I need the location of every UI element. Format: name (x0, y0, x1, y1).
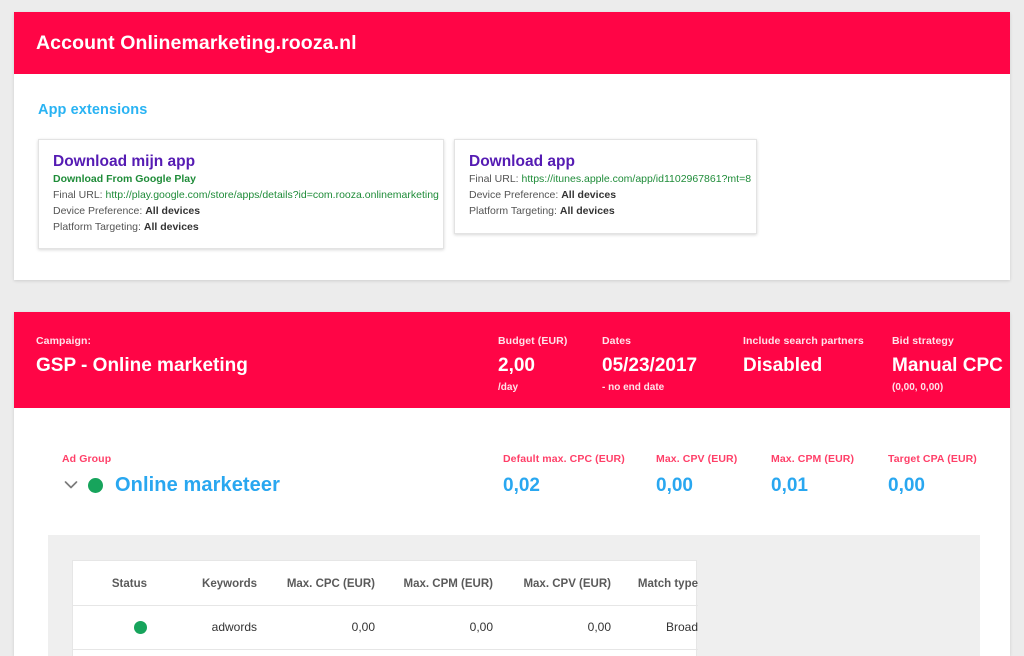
account-header-title: Account Onlinemarketing.rooza.nl (36, 31, 357, 54)
campaign-summary-bar: Campaign: GSP - Online marketing Budget … (14, 312, 1010, 408)
column-header-max-cpm[interactable]: Max. CPM (EUR) (375, 561, 493, 606)
keywords-table-head: Status Keywords Max. CPC (EUR) Max. CPM … (73, 561, 698, 606)
ad-group-name[interactable]: Online marketeer (115, 474, 280, 497)
ad-group-name-row[interactable]: Online marketeer (63, 474, 280, 497)
platform-targeting-label: Platform Targeting: (469, 205, 557, 218)
metric-label: Target CPA (EUR) (888, 453, 977, 465)
platform-targeting-label: Platform Targeting: (53, 220, 141, 233)
campaign-dates-block: Dates 05/23/2017 - no end date (602, 335, 697, 395)
ad-group-metric-default-max-cpc: Default max. CPC (EUR) 0,02 (503, 453, 625, 500)
ad-group-metric-max-cpm: Max. CPM (EUR) 0,01 (771, 453, 854, 500)
ad-group-metric-max-cpv: Max. CPV (EUR) 0,00 (656, 453, 737, 500)
ad-group-row: Ad Group Online marketeer Default max. C… (14, 408, 1010, 536)
campaign-name-value: GSP - Online marketing (36, 354, 248, 376)
campaign-name-label: Campaign: (36, 335, 92, 347)
campaign-bid-strategy-block: Bid strategy Manual CPC (0,00, 0,00) (892, 335, 1003, 395)
campaign-budget-period: /day (498, 382, 519, 394)
device-preference-label: Device Preference: (53, 204, 143, 217)
app-extensions-list: Download mijn app Download From Google P… (38, 139, 1010, 250)
ad-group-status-dot (88, 477, 103, 493)
metric-value[interactable]: 0,01 (771, 472, 854, 501)
final-url-label: Final URL: (53, 188, 103, 201)
keywords-table-body: adwords 0,00 0,00 0,00 Broad (73, 605, 698, 651)
device-preference-value: All devices (561, 189, 617, 202)
app-extension-title[interactable]: Download app (469, 152, 742, 171)
metric-label: Max. CPV (EUR) (656, 453, 738, 465)
column-header-match-type[interactable]: Match type (611, 561, 698, 606)
chevron-down-icon[interactable] (63, 477, 79, 493)
platform-targeting-value: All devices (143, 220, 199, 233)
column-header-status[interactable]: Status (73, 561, 147, 606)
app-extension-platform-line: Platform Targeting: All devices (53, 220, 429, 236)
column-header-max-cpv[interactable]: Max. CPV (EUR) (493, 561, 611, 606)
final-url-value: https://itunes.apple.com/app/id110296786… (521, 173, 752, 186)
app-extension-title[interactable]: Download mijn app (53, 152, 429, 171)
app-extension-device-pref-line: Device Preference: All devices (469, 188, 742, 204)
keyword-max-cpc-cell: 0,00 (257, 605, 375, 651)
app-extension-final-url-line: Final URL: https://itunes.apple.com/app/… (469, 172, 751, 188)
account-body: App extensions Download mijn app Downloa… (14, 74, 1010, 250)
keyword-status-dot (134, 621, 147, 635)
table-row[interactable]: adwords 0,00 0,00 0,00 Broad (73, 605, 698, 651)
final-url-value: http://play.google.com/store/apps/detail… (105, 188, 439, 201)
campaign-bid-strategy-label: Bid strategy (892, 335, 954, 347)
platform-targeting-value: All devices (559, 205, 615, 218)
campaign-search-partners-value: Disabled (743, 354, 823, 376)
campaign-dates-end: - no end date (602, 382, 665, 394)
app-extension-final-url-line: Final URL: http://play.google.com/store/… (53, 188, 439, 204)
app-extension-device-pref-line: Device Preference: All devices (53, 204, 429, 220)
app-extension-card[interactable]: Download mijn app Download From Google P… (38, 139, 444, 250)
campaign-name-block: Campaign: GSP - Online marketing (36, 335, 248, 379)
final-url-label: Final URL: (469, 173, 519, 186)
account-header: Account Onlinemarketing.rooza.nl (14, 12, 1010, 74)
metric-value[interactable]: 0,02 (503, 472, 625, 501)
campaign-dates-label: Dates (602, 335, 632, 347)
ad-group-metric-target-cpa: Target CPA (EUR) 0,00 (888, 453, 977, 500)
app-extension-card[interactable]: Download app Final URL: https://itunes.a… (454, 139, 757, 235)
metric-value[interactable]: 0,00 (888, 472, 977, 501)
campaign-bid-strategy-range: (0,00, 0,00) (892, 382, 944, 394)
page-root: Account Onlinemarketing.rooza.nl App ext… (0, 0, 1024, 656)
metric-label: Default max. CPC (EUR) (503, 453, 625, 465)
metric-label: Max. CPM (EUR) (771, 453, 855, 465)
keyword-name-cell: adwords (147, 605, 257, 651)
account-panel: Account Onlinemarketing.rooza.nl App ext… (14, 12, 1010, 280)
app-extensions-heading: App extensions (38, 102, 148, 118)
keyword-status-cell (73, 605, 147, 651)
ad-group-name-block: Ad Group Online marketeer (62, 453, 280, 497)
column-header-max-cpc[interactable]: Max. CPC (EUR) (257, 561, 375, 606)
keywords-table-card: Status Keywords Max. CPC (EUR) Max. CPM … (72, 560, 698, 656)
app-extension-platform-line: Platform Targeting: All devices (469, 204, 742, 220)
column-header-keywords[interactable]: Keywords (147, 561, 257, 606)
keyword-match-type-cell: Broad (611, 605, 698, 651)
campaign-dates-value: 05/23/2017 (602, 354, 698, 376)
app-extension-source: Download From Google Play (53, 173, 196, 186)
campaign-search-partners-block: Include search partners Disabled (743, 335, 864, 379)
ad-group-label: Ad Group (62, 453, 112, 465)
campaign-search-partners-label: Include search partners (743, 335, 864, 347)
device-preference-value: All devices (145, 204, 201, 217)
keyword-max-cpm-cell: 0,00 (375, 605, 493, 651)
table-header-row: Status Keywords Max. CPC (EUR) Max. CPM … (73, 561, 698, 606)
metric-value[interactable]: 0,00 (656, 472, 737, 501)
device-preference-label: Device Preference: (469, 189, 559, 202)
keyword-max-cpv-cell: 0,00 (493, 605, 611, 651)
campaign-budget-block: Budget (EUR) 2,00 /day (498, 335, 567, 395)
campaign-budget-value: 2,00 (498, 354, 535, 376)
campaign-budget-label: Budget (EUR) (498, 335, 568, 347)
keywords-table: Status Keywords Max. CPC (EUR) Max. CPM … (73, 561, 698, 651)
campaign-bid-strategy-value: Manual CPC (892, 354, 1003, 376)
